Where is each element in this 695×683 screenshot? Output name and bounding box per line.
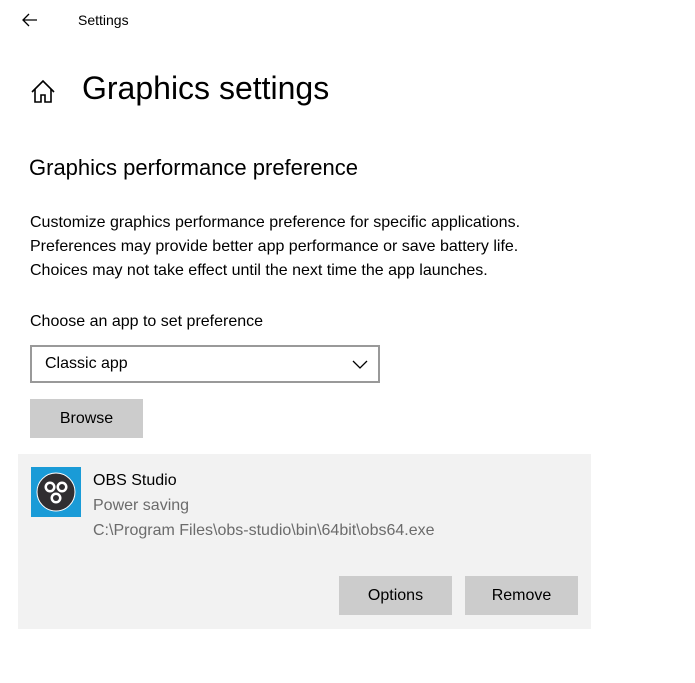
title-bar: Settings bbox=[0, 0, 695, 40]
description-line: Preferences may provide better app perfo… bbox=[30, 238, 519, 255]
app-name: OBS Studio bbox=[93, 472, 177, 489]
app-preference: Power saving bbox=[93, 497, 190, 514]
browse-button[interactable]: Browse bbox=[30, 399, 143, 438]
section-title: Graphics performance preference bbox=[29, 155, 358, 180]
dropdown-selected-value: Classic app bbox=[45, 355, 128, 372]
obs-studio-icon bbox=[31, 467, 81, 517]
choose-app-label: Choose an app to set preference bbox=[30, 313, 264, 330]
description-line: Customize graphics performance preferenc… bbox=[30, 214, 521, 231]
remove-button[interactable]: Remove bbox=[465, 576, 578, 615]
app-type-dropdown[interactable]: Classic app bbox=[30, 345, 380, 383]
app-path: C:\Program Files\obs-studio\bin\64bit\ob… bbox=[93, 522, 435, 539]
back-button[interactable] bbox=[16, 6, 44, 34]
page-title: Graphics settings bbox=[82, 70, 330, 106]
description-line: Choices may not take effect until the ne… bbox=[30, 262, 488, 279]
description-text: Customize graphics performance preferenc… bbox=[30, 211, 590, 283]
chevron-down-icon bbox=[352, 360, 368, 369]
app-list-item[interactable]: OBS Studio Power saving C:\Program Files… bbox=[18, 454, 591, 629]
window-title: Settings bbox=[78, 12, 129, 28]
back-arrow-icon bbox=[22, 13, 37, 27]
options-button[interactable]: Options bbox=[339, 576, 452, 615]
home-icon[interactable] bbox=[29, 78, 57, 106]
obs-logo-icon bbox=[36, 472, 76, 512]
